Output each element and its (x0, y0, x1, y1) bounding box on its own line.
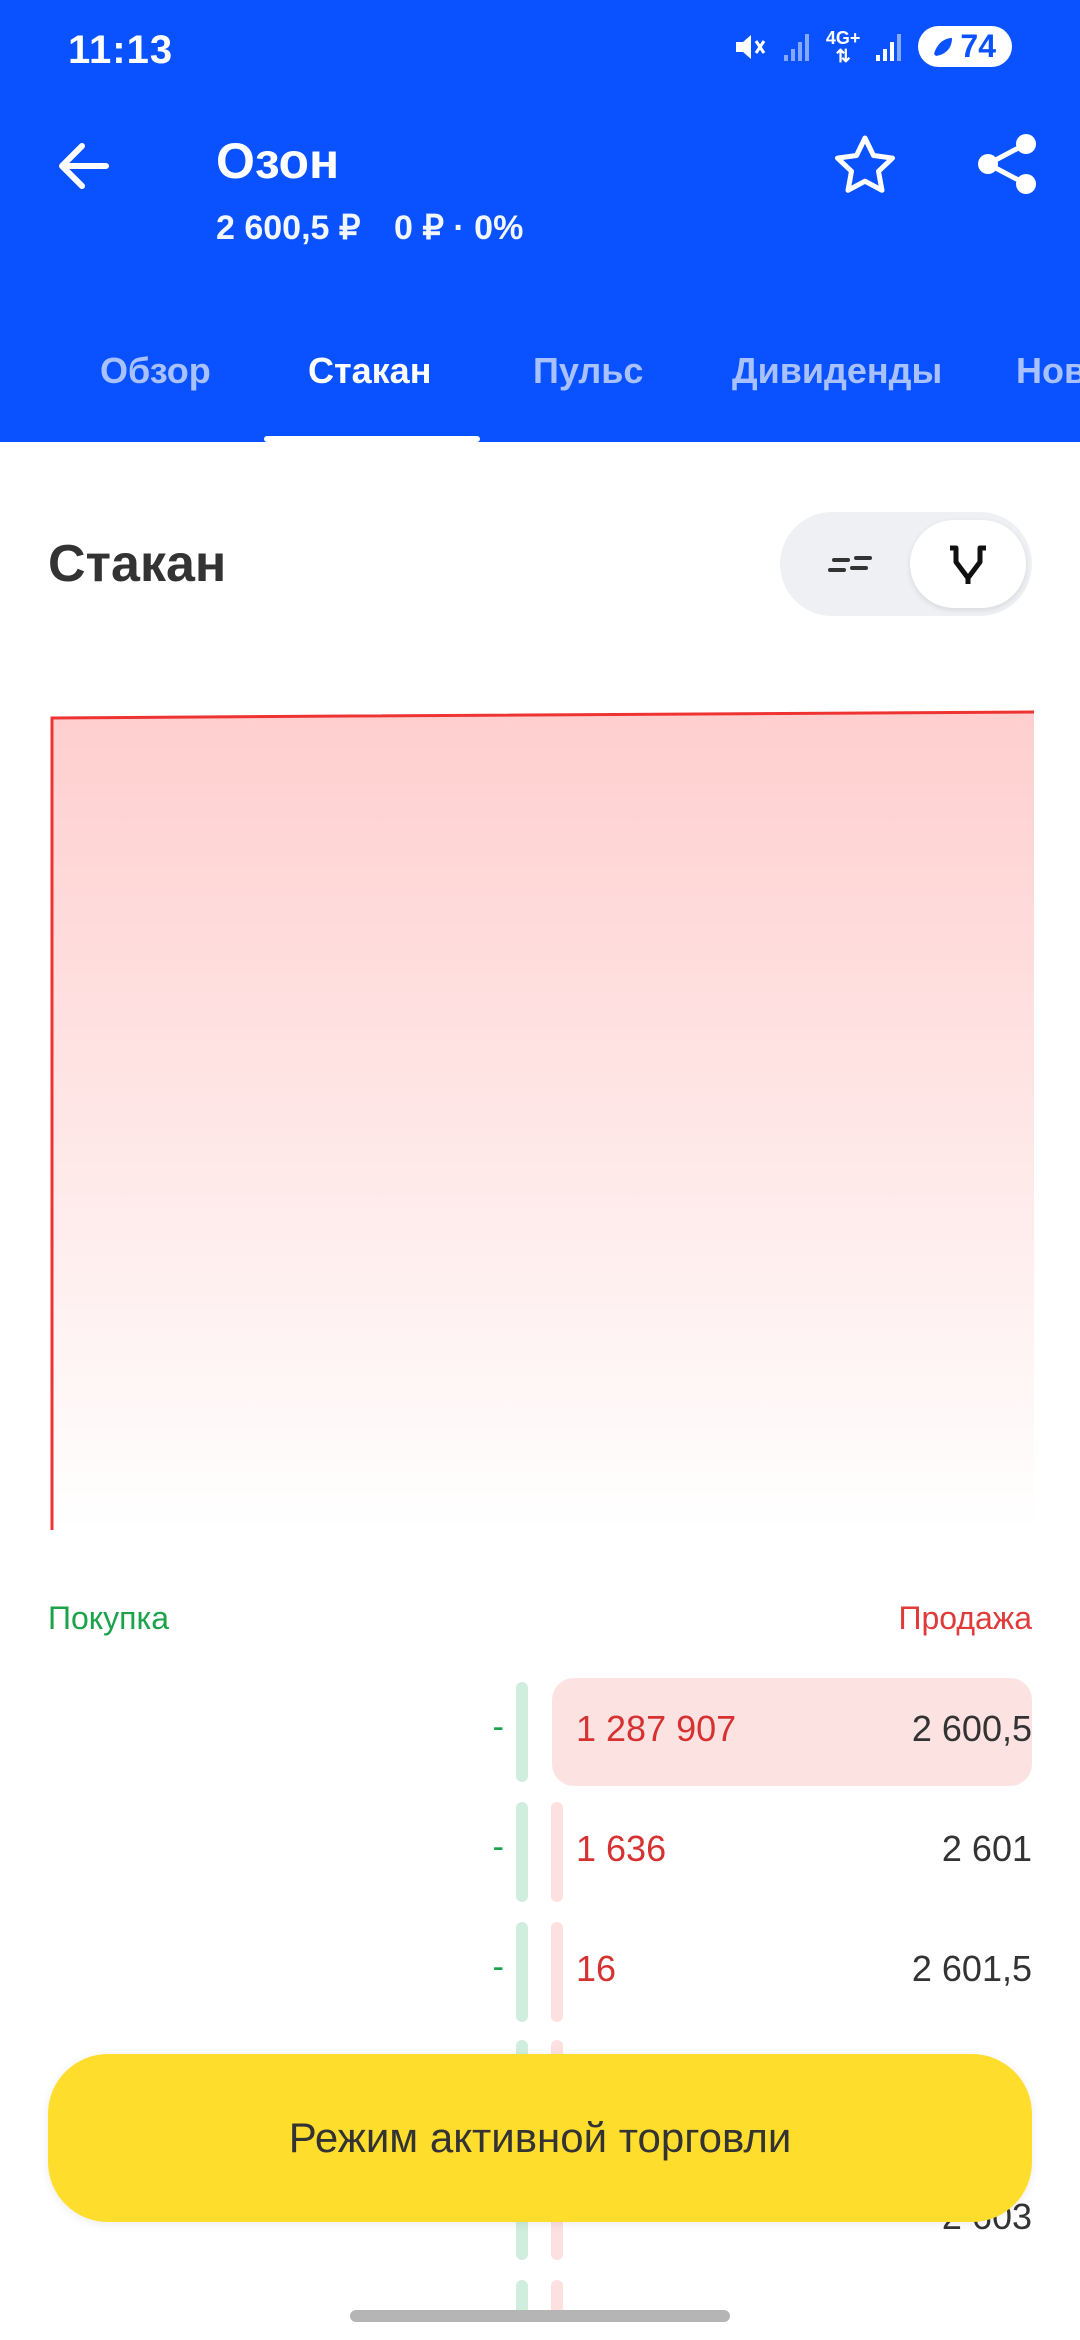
list-view-button[interactable] (800, 530, 900, 598)
ask-bar (551, 1802, 563, 1902)
ask-depth-area (52, 712, 1034, 1530)
bid-quantity: - (492, 1708, 504, 1746)
status-icons: 4G+ ⇅ 74 (732, 26, 1012, 67)
ask-price: 2 601,5 (911, 1948, 1032, 1989)
order-book-row[interactable]: - 1 287 907 2 600,5 (0, 1678, 1080, 1786)
mute-icon (735, 34, 766, 59)
tab-dividends[interactable]: Дивиденды (732, 350, 942, 392)
tab-news[interactable]: Нов (1016, 350, 1080, 392)
signal-weak-icon (783, 33, 809, 61)
bid-bar (516, 1922, 528, 2022)
home-indicator[interactable] (350, 2310, 730, 2322)
status-bar: 11:13 4G+ ⇅ 74 (0, 0, 1080, 110)
tab-pulse[interactable]: Пульс (533, 350, 643, 392)
active-trading-button[interactable]: Режим активной торговли (48, 2054, 1032, 2222)
bid-bar (516, 1682, 528, 1782)
depth-chart (50, 710, 1034, 1530)
ask-quantity: 1 287 907 (576, 1708, 737, 1749)
share-button[interactable] (972, 128, 1044, 200)
status-time: 11:13 (68, 28, 174, 72)
depth-chart-icon (950, 545, 986, 584)
data-arrows-icon: ⇅ (835, 45, 851, 66)
instrument-title: Озон (216, 133, 340, 189)
ask-bar (551, 1922, 563, 2022)
network-type-icon: 4G+ ⇅ (826, 29, 861, 65)
list-view-icon (828, 556, 872, 572)
network-type: 4G+ (825, 27, 861, 48)
sell-label: Продажа (898, 1600, 1032, 1636)
tab-bar: Обзор Стакан Пульс Дивиденды Нов (0, 330, 1080, 442)
order-book-row[interactable]: - 1 636 2 601 (0, 1798, 1080, 1906)
active-tab-indicator (264, 436, 480, 442)
section-title: Стакан (48, 535, 227, 593)
buy-label: Покупка (48, 1600, 169, 1636)
arrow-left-icon (59, 143, 109, 189)
order-book-row[interactable]: - 16 2 601,5 (0, 1918, 1080, 2026)
back-button[interactable] (48, 130, 120, 202)
battery-indicator: 74 (918, 26, 1012, 67)
ask-price: 2 600,5 (911, 1708, 1032, 1749)
depth-chart-button[interactable] (910, 520, 1026, 608)
price-line: 2 600,5 ₽ 0 ₽ · 0% (216, 208, 547, 248)
price-change: 0 ₽ · 0% (393, 209, 524, 247)
view-toggle (780, 512, 1032, 616)
favorite-button[interactable] (830, 130, 900, 200)
bid-quantity: - (492, 1948, 504, 1986)
signal-icon (876, 33, 902, 61)
ask-price: 2 601 (941, 1828, 1032, 1869)
ask-quantity: 1 636 (576, 1828, 667, 1869)
tab-overview[interactable]: Обзор (100, 350, 211, 392)
ask-quantity: 16 (576, 1948, 617, 1989)
star-icon (835, 135, 895, 193)
battery-saver-icon (934, 37, 953, 56)
bid-quantity: - (492, 1828, 504, 1866)
battery-level: 74 (960, 28, 996, 64)
current-price: 2 600,5 ₽ (216, 209, 361, 247)
share-icon (978, 134, 1036, 194)
tab-order-book[interactable]: Стакан (308, 350, 431, 392)
bid-bar (516, 1802, 528, 1902)
app-header: 11:13 4G+ ⇅ 74 Озон 2 600,5 ₽ 0 ₽ · 0% О… (0, 0, 1080, 442)
